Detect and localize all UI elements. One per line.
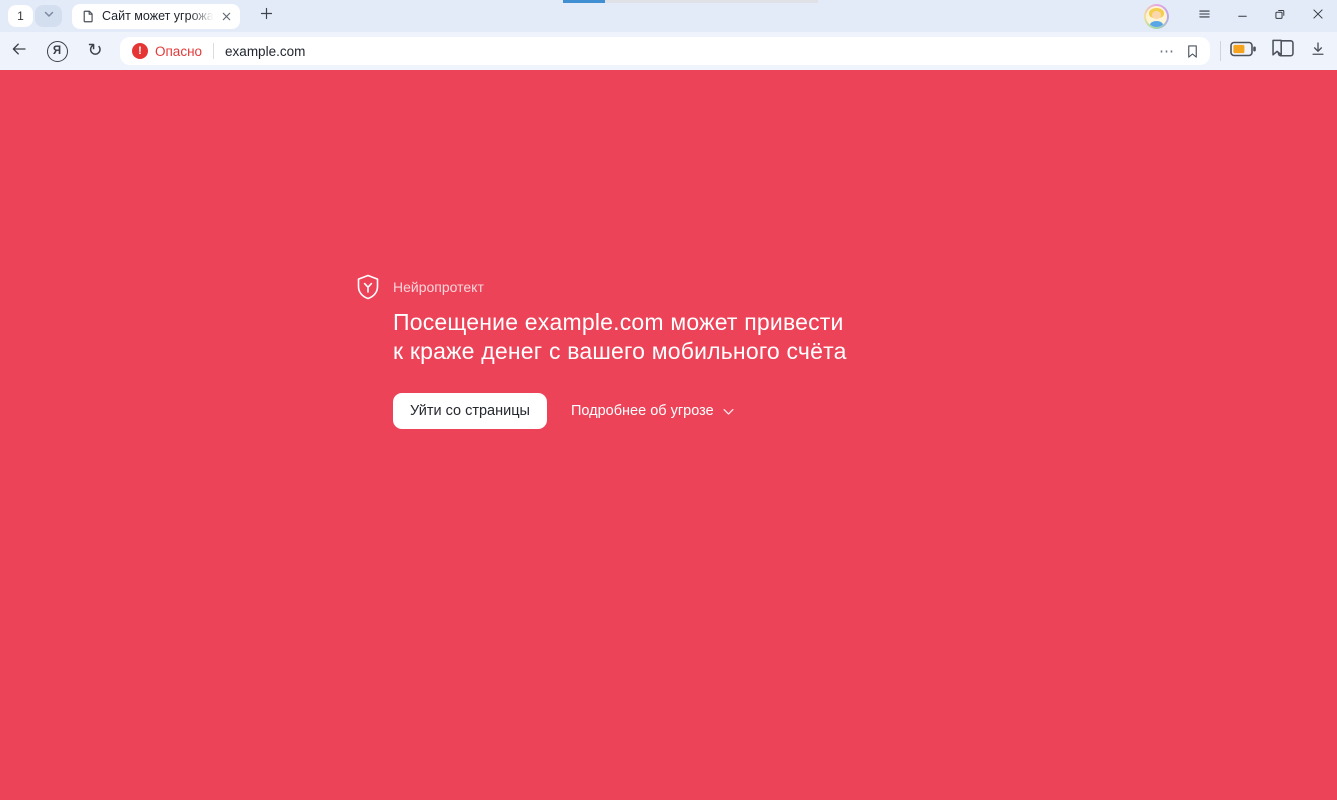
plus-icon: [259, 6, 274, 26]
chevron-down-icon: [43, 7, 55, 25]
security-warning-page: Нейропротект Посещение example.com может…: [0, 70, 1337, 800]
browser-toolbar: Я ↻ ! Опасно example.com ⋯: [0, 32, 1337, 70]
tab-strip: 1 Сайт может угрожать бе: [0, 0, 1337, 32]
window-restore-button[interactable]: [1261, 0, 1299, 32]
battery-icon: [1230, 41, 1257, 62]
new-tab-button[interactable]: [253, 3, 279, 29]
page-document-icon: [81, 9, 95, 24]
yandex-logo-icon: Я: [47, 41, 68, 62]
yandex-home-button[interactable]: Я: [38, 36, 76, 66]
warning-content: Нейропротект Посещение example.com может…: [393, 275, 847, 429]
address-bar[interactable]: ! Опасно example.com ⋯: [120, 37, 1210, 65]
threat-details-link[interactable]: Подробнее об угрозе: [571, 403, 736, 419]
warning-actions: Уйти со страницы Подробнее об угрозе: [393, 393, 847, 429]
threat-details-label: Подробнее об угрозе: [571, 403, 714, 419]
reload-button[interactable]: ↻: [76, 36, 114, 66]
side-panel-button[interactable]: [1271, 36, 1295, 66]
reload-icon: ↻: [87, 41, 102, 59]
protect-brand-row: Нейропротект: [393, 275, 847, 299]
hamburger-menu-icon: [1197, 7, 1212, 26]
avatar-image: [1146, 6, 1167, 27]
restore-icon: [1273, 7, 1287, 26]
download-icon: [1309, 40, 1327, 63]
chevron-down-icon: [721, 404, 736, 419]
url-text[interactable]: example.com: [225, 44, 305, 59]
bookmark-icon[interactable]: [1185, 43, 1200, 60]
address-divider: [213, 43, 214, 59]
leave-page-button[interactable]: Уйти со страницы: [393, 393, 547, 429]
tab-list-dropdown-button[interactable]: [35, 5, 62, 27]
active-tab[interactable]: Сайт может угрожать бе: [72, 4, 240, 29]
browser-menu-button[interactable]: [1185, 0, 1223, 32]
downloads-button[interactable]: [1309, 36, 1327, 66]
minimize-icon: [1236, 7, 1249, 25]
back-arrow-icon: [9, 40, 29, 63]
danger-exclamation-icon: !: [132, 43, 148, 59]
tab-close-icon[interactable]: [221, 11, 232, 22]
warning-heading-line1: Посещение example.com может привести: [393, 308, 847, 337]
window-minimize-button[interactable]: [1223, 0, 1261, 32]
warning-heading: Посещение example.com может привести к к…: [393, 308, 847, 365]
collections-panel-icon: [1271, 39, 1295, 63]
security-status-badge[interactable]: ! Опасно: [132, 43, 202, 59]
tab-title: Сайт может угрожать бе: [102, 9, 217, 23]
shield-icon: [356, 274, 380, 300]
close-icon: [1311, 7, 1325, 26]
protect-brand-label: Нейропротект: [393, 279, 484, 295]
back-button[interactable]: [0, 36, 38, 66]
profile-avatar[interactable]: [1144, 4, 1169, 29]
security-status-label: Опасно: [155, 44, 202, 59]
more-actions-icon[interactable]: ⋯: [1159, 44, 1175, 59]
warning-heading-line2: к краже денег с вашего мобильного счёта: [393, 337, 847, 366]
window-close-button[interactable]: [1299, 0, 1337, 32]
toolbar-divider: [1220, 41, 1221, 61]
tab-counter-badge[interactable]: 1: [8, 5, 33, 27]
battery-saver-button[interactable]: [1230, 36, 1257, 66]
